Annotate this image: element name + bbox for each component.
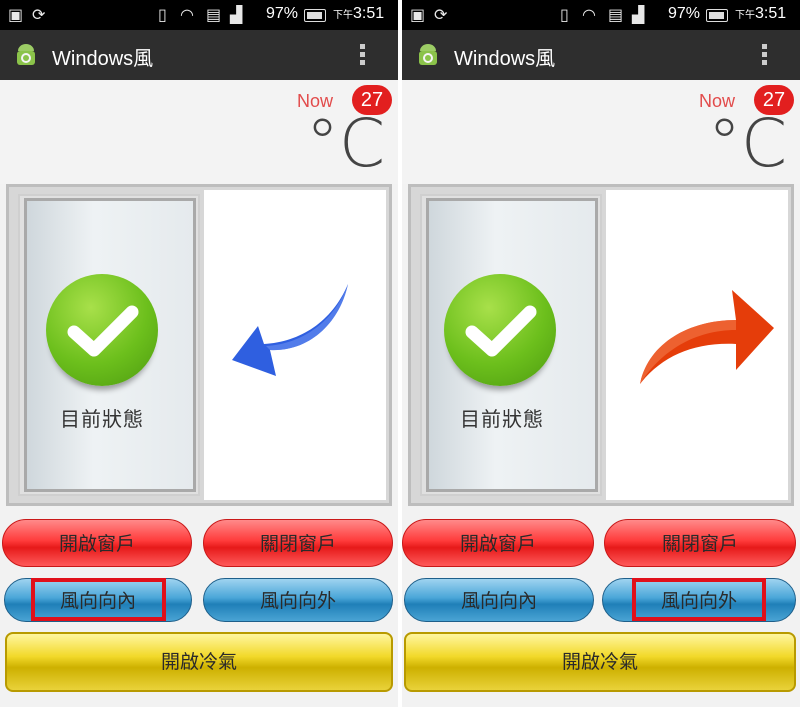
arrow-outward-icon	[640, 290, 774, 384]
close-window-button[interactable]: 關閉窗戶	[203, 519, 393, 567]
celsius-unit: °C	[306, 105, 386, 182]
sim-icon: ▤	[206, 5, 222, 24]
current-state-label: 目前狀態	[60, 407, 144, 431]
overflow-menu-icon[interactable]	[360, 44, 366, 66]
app-bar: Windows風	[0, 30, 398, 80]
open-window-button[interactable]: 開啟窗戶	[402, 519, 594, 567]
battery-percent: 97%	[266, 5, 299, 22]
screenshot-icon: ▣	[410, 5, 426, 24]
wind-inward-button[interactable]: 風向向內	[404, 578, 594, 622]
android-app-icon	[17, 44, 35, 65]
app-title: Windows風	[52, 48, 154, 70]
overflow-menu-icon[interactable]	[762, 44, 768, 66]
close-window-button[interactable]: 關閉窗戶	[604, 519, 796, 567]
ac-on-button[interactable]: 開啟冷氣	[404, 632, 796, 692]
status-bar: ▣ ⟳ ▯ ◠ ▤ ▟ 97% 下午3:51	[0, 0, 398, 30]
check-circle-icon	[46, 274, 158, 386]
status-bar: ▣ ⟳ ▯ ◠ ▤ ▟ 97% 下午3:51	[402, 0, 800, 30]
battery-percent: 97%	[668, 5, 701, 22]
ac-on-button[interactable]: 開啟冷氣	[5, 632, 393, 692]
vibrate-icon: ▯	[158, 5, 167, 24]
wifi-icon: ◠	[180, 5, 194, 24]
highlight-box	[632, 578, 766, 621]
check-circle-icon	[444, 274, 556, 386]
app-bar: Windows風	[402, 30, 800, 80]
wifi-icon: ◠	[582, 5, 596, 24]
sim-icon: ▤	[608, 5, 624, 24]
android-app-icon	[419, 44, 437, 65]
open-window-button[interactable]: 開啟窗戶	[2, 519, 192, 567]
screenshot-icon: ▣	[8, 5, 24, 24]
vibrate-icon: ▯	[560, 5, 569, 24]
app-title: Windows風	[454, 48, 556, 70]
highlight-box	[31, 578, 166, 621]
celsius-unit: °C	[708, 105, 788, 182]
phone-screen-right: ▣ ⟳ ▯ ◠ ▤ ▟ 97% 下午3:51 Windows風 Now 27 °…	[402, 0, 800, 707]
temperature-display: Now 27 °C	[0, 80, 398, 184]
battery-icon	[706, 9, 728, 22]
sync-icon: ⟳	[434, 5, 448, 24]
arrow-inward-icon	[232, 284, 348, 376]
signal-icon: ▟	[230, 5, 243, 24]
signal-icon: ▟	[632, 5, 645, 24]
clock: 下午3:51	[735, 5, 787, 22]
battery-icon	[304, 9, 326, 22]
temperature-display: Now 27 °C	[402, 80, 800, 184]
current-state-label: 目前狀態	[460, 407, 544, 431]
phone-screen-left: ▣ ⟳ ▯ ◠ ▤ ▟ 97% 下午3:51 Windows風 Now 27 °…	[0, 0, 398, 707]
clock: 下午3:51	[333, 5, 385, 22]
sync-icon: ⟳	[32, 5, 46, 24]
wind-outward-button[interactable]: 風向向外	[203, 578, 393, 622]
